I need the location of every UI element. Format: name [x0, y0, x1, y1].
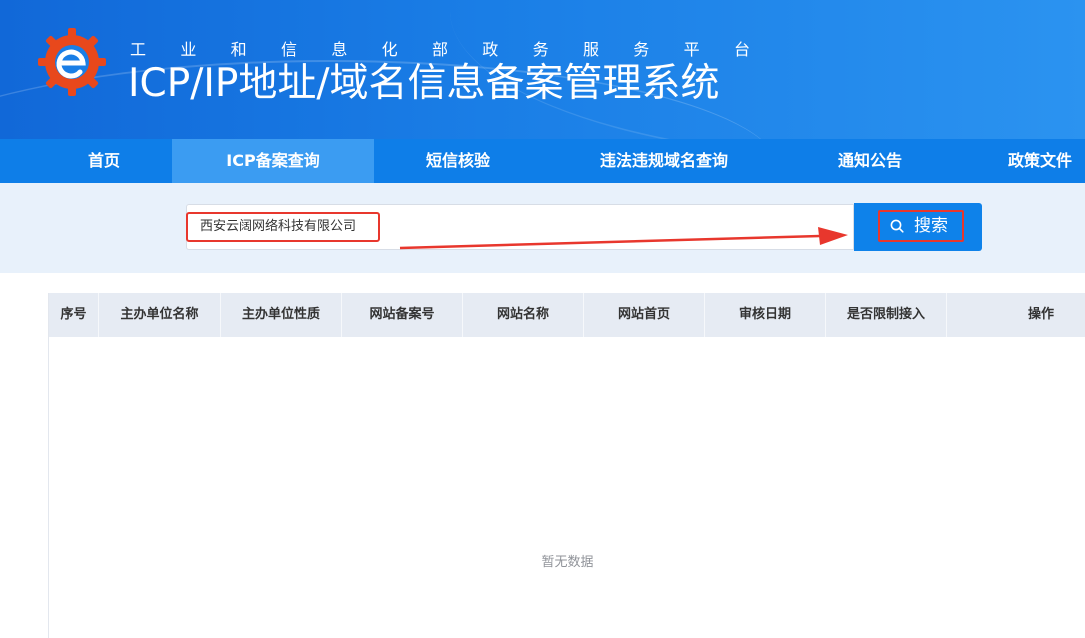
subtitle-char: 政 — [482, 40, 499, 59]
subtitle-char: 信 — [280, 40, 297, 59]
subtitle-char: 务 — [532, 40, 549, 59]
table-header: 序号 主办单位名称 主办单位性质 网站备案号 网站名称 网站首页 审核日期 是否… — [49, 293, 1085, 337]
subtitle-char: 和 — [230, 40, 247, 59]
nav-item-sms-verify[interactable]: 短信核验 — [392, 139, 524, 183]
nav-item-icp-query[interactable]: ICP备案查询 — [172, 139, 374, 183]
subtitle-char: 息 — [331, 40, 348, 59]
column-header: 审核日期 — [705, 293, 826, 337]
column-header: 主办单位性质 — [221, 293, 342, 337]
column-header: 网站备案号 — [342, 293, 463, 337]
subtitle-char: 化 — [381, 40, 398, 59]
subtitle-char: 平 — [683, 40, 700, 59]
site-header: 工 业 和 信 息 化 部 政 务 服 务 平 台 ICP/IP地址/域名信息备… — [0, 0, 1085, 139]
search-button-label: 搜索 — [914, 216, 948, 236]
results-table: 序号 主办单位名称 主办单位性质 网站备案号 网站名称 网站首页 审核日期 是否… — [48, 293, 1085, 638]
nav-item-policies[interactable]: 政策文件 — [986, 139, 1085, 183]
search-button[interactable]: 搜索 — [854, 203, 982, 251]
subtitle-char: 部 — [431, 40, 448, 59]
search-button-highlight: 搜索 — [878, 210, 964, 242]
column-header: 序号 — [49, 293, 99, 337]
nav-item-notices[interactable]: 通知公告 — [808, 139, 932, 183]
column-header: 操作 — [947, 293, 1085, 337]
subtitle-char: 工 — [130, 40, 147, 59]
subtitle-char: 务 — [633, 40, 650, 59]
subtitle-char: 台 — [733, 40, 750, 59]
nav-item-illegal-domain[interactable]: 违法违规域名查询 — [580, 139, 748, 183]
search-input[interactable]: 西安云阔网络科技有限公司 — [186, 212, 380, 242]
search-icon — [890, 219, 904, 233]
column-header: 是否限制接入 — [826, 293, 947, 337]
subtitle-char: 服 — [582, 40, 599, 59]
page-title: ICP/IP地址/域名信息备案管理系统 — [128, 61, 720, 106]
column-header: 网站名称 — [463, 293, 584, 337]
main-nav: 首页 ICP备案查询 短信核验 违法违规域名查询 通知公告 政策文件 — [0, 139, 1085, 183]
column-header: 网站首页 — [584, 293, 705, 337]
nav-item-home[interactable]: 首页 — [48, 139, 160, 183]
column-header: 主办单位名称 — [99, 293, 221, 337]
miit-logo-icon — [38, 28, 106, 96]
subtitle-char: 业 — [180, 40, 197, 59]
empty-state-text: 暂无数据 — [541, 555, 594, 570]
ministry-name: 工 业 和 信 息 化 部 政 务 服 务 平 台 — [130, 36, 750, 59]
